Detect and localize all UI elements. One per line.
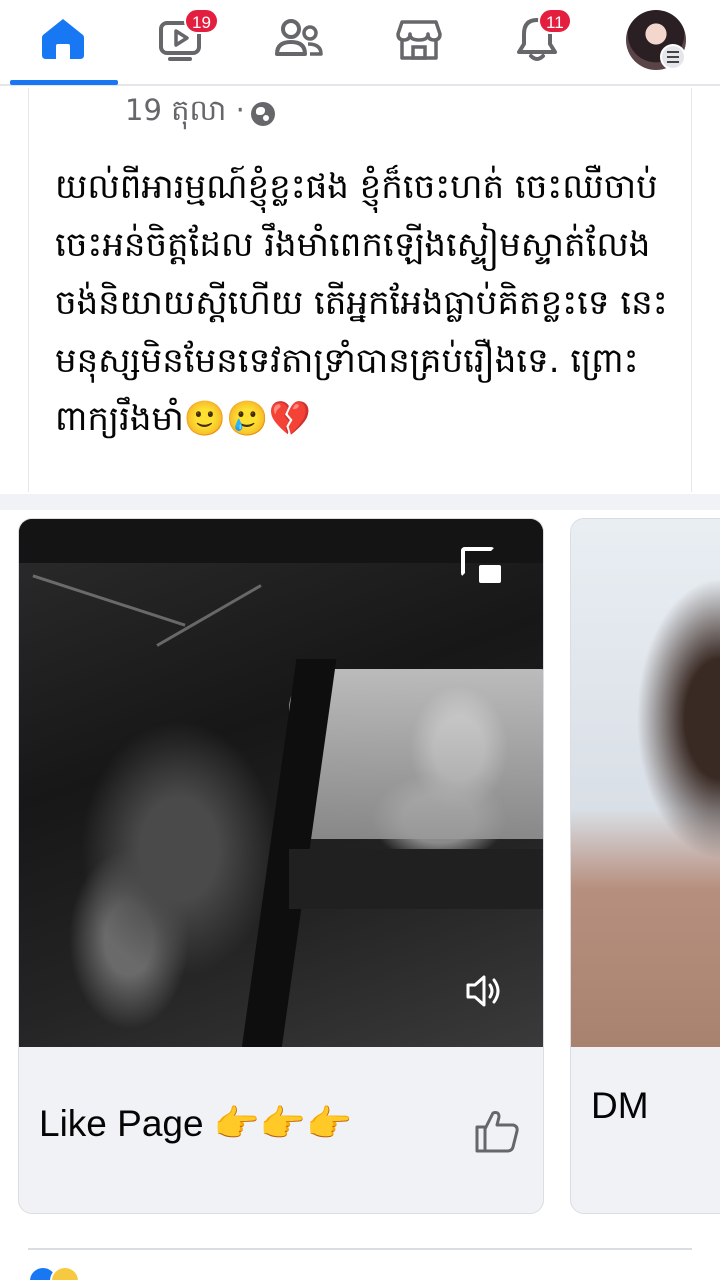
home-icon bbox=[42, 19, 84, 59]
feed-divider bbox=[0, 494, 720, 510]
top-navigation-bar: 19 11 bbox=[0, 0, 720, 86]
thumbs-up-icon[interactable] bbox=[471, 1105, 523, 1157]
notifications-badge: 11 bbox=[538, 8, 572, 34]
reel-caption: DM bbox=[591, 1085, 649, 1126]
reaction-icons[interactable] bbox=[28, 1266, 80, 1280]
post-meta: 19 តុលា · bbox=[125, 93, 275, 135]
nav-friends[interactable] bbox=[264, 6, 334, 72]
pip-icon[interactable] bbox=[461, 547, 501, 583]
reel-card[interactable]: Like Page 👉👉👉 bbox=[18, 518, 544, 1214]
reel-video[interactable] bbox=[571, 519, 720, 1047]
post-card: 19 តុលា · យល់ពីអារម្មណ៍ខ្ញុំខ្លះផង ខ្ញុំ… bbox=[28, 88, 692, 492]
divider bbox=[28, 1248, 692, 1250]
watch-badge: 19 bbox=[184, 8, 219, 34]
marketplace-icon bbox=[396, 20, 442, 60]
haha-reaction-icon bbox=[50, 1266, 80, 1280]
nav-marketplace[interactable] bbox=[384, 6, 454, 72]
nav-home[interactable] bbox=[28, 6, 98, 72]
menu-icon[interactable] bbox=[660, 44, 686, 70]
nav-active-indicator bbox=[10, 80, 118, 85]
post-date[interactable]: 19 តុលា · bbox=[125, 93, 245, 135]
screen: 19 11 19 តុលា · យល់ពីអារម្មណ៍ខ្ញុំខ្លះផង… bbox=[0, 0, 720, 1280]
reel-video[interactable] bbox=[19, 519, 543, 1047]
globe-icon bbox=[250, 102, 275, 126]
friends-icon bbox=[275, 19, 323, 56]
sound-icon[interactable] bbox=[463, 969, 507, 1013]
reel-caption: Like Page 👉👉👉 bbox=[39, 1103, 353, 1144]
reel-card[interactable]: DM bbox=[570, 518, 720, 1214]
post-text: យល់ពីអារម្មណ៍ខ្ញុំខ្លះផង ខ្ញុំក៏ចេះហត់ ច… bbox=[55, 167, 668, 439]
